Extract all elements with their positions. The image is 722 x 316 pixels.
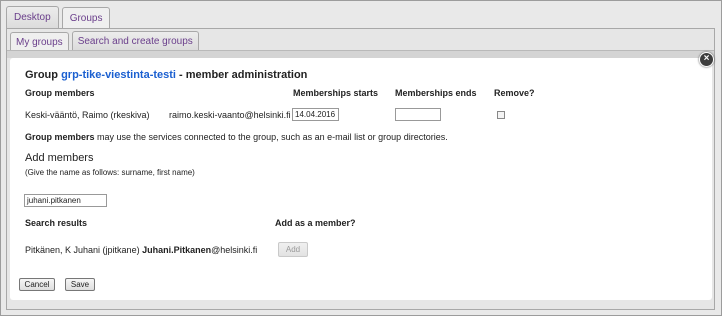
add-members-title: Add members xyxy=(25,152,94,164)
col-membership-ends: Memberships ends xyxy=(395,88,477,98)
remove-member-checkbox[interactable] xyxy=(497,111,505,119)
membership-start-input[interactable]: 14.04.2016 xyxy=(292,108,339,121)
add-member-button[interactable]: Add xyxy=(278,242,308,257)
cancel-button[interactable]: Cancel xyxy=(19,278,55,291)
tab-groups[interactable]: Groups xyxy=(61,7,111,29)
member-admin-dialog: Group grp-tike-viestinta-testi - member … xyxy=(10,58,712,300)
close-icon[interactable]: × xyxy=(699,52,714,67)
col-membership-starts: Memberships starts xyxy=(293,88,379,98)
sub-tabbar: My groups Search and create groups xyxy=(10,31,199,51)
col-remove: Remove? xyxy=(494,88,535,98)
title-suffix: - member administration xyxy=(179,69,308,81)
top-tabbar: Desktop Groups xyxy=(6,6,111,29)
result-email-domain: @helsinki.fi xyxy=(211,245,258,255)
search-results-header: Search results xyxy=(25,218,88,228)
membership-end-input[interactable] xyxy=(395,108,441,121)
info-text: Group members may use the services conne… xyxy=(25,132,448,142)
col-group-members: Group members xyxy=(25,88,95,98)
dialog-title: Group grp-tike-viestinta-testi - member … xyxy=(25,69,307,81)
add-as-member-header: Add as a member? xyxy=(275,218,356,228)
save-button[interactable]: Save xyxy=(65,278,95,291)
tab-search-create-groups[interactable]: Search and create groups xyxy=(71,31,199,50)
member-email: raimo.keski-vaanto@helsinki.fi xyxy=(169,110,291,120)
result-row: Pitkänen, K Juhani (jpitkane) Juhani.Pit… xyxy=(25,245,257,255)
member-search-input[interactable]: juhani.pitkanen xyxy=(24,194,107,207)
subtab-strip xyxy=(7,50,714,58)
group-name: grp-tike-viestinta-testi xyxy=(61,69,176,81)
member-name: Keski-vääntö, Raimo (rkeskiva) xyxy=(25,110,150,120)
info-bold: Group members xyxy=(25,132,95,142)
info-rest: may use the services connected to the gr… xyxy=(94,132,448,142)
result-email-user: Juhani.Pitkanen xyxy=(142,245,212,255)
tab-desktop[interactable]: Desktop xyxy=(6,6,59,28)
title-prefix: Group xyxy=(25,69,58,81)
tab-my-groups[interactable]: My groups xyxy=(10,32,69,51)
add-members-hint: (Give the name as follows: surname, firs… xyxy=(25,168,195,177)
result-person: Pitkänen, K Juhani (jpitkane) xyxy=(25,245,140,255)
